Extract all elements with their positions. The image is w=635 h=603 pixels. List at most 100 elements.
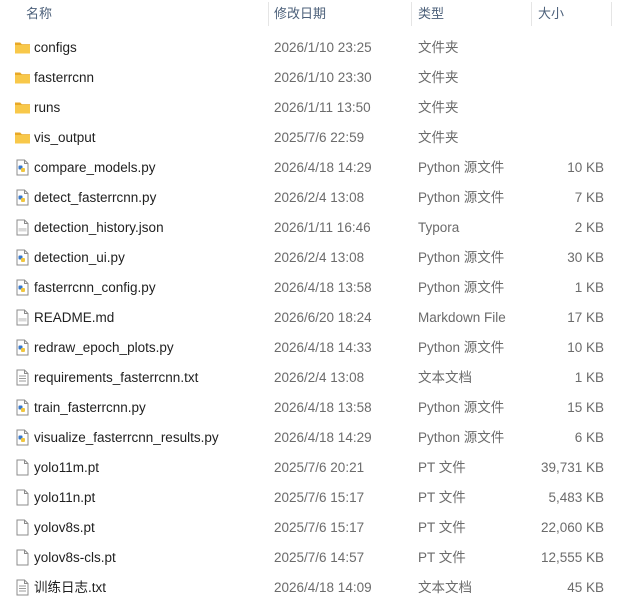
file-size: 2 KB	[574, 220, 604, 235]
file-name: detection_history.json	[34, 220, 164, 235]
file-modified-date: 2026/2/4 13:08	[274, 370, 365, 385]
column-header-bar: 名称 修改日期 类型 大小	[0, 0, 635, 30]
file-type: PT 文件	[418, 520, 466, 535]
python-file-icon	[14, 159, 31, 176]
file-name: yolo11n.pt	[34, 490, 96, 505]
column-divider[interactable]	[531, 2, 532, 26]
file-type: PT 文件	[418, 550, 466, 565]
file-type: Typora	[418, 220, 460, 235]
column-divider[interactable]	[268, 2, 269, 26]
file-modified-date: 2025/7/6 22:59	[274, 130, 365, 145]
file-size: 17 KB	[567, 310, 604, 325]
file-modified-date: 2026/4/18 14:29	[274, 160, 372, 175]
python-file-icon	[14, 189, 31, 206]
file-modified-date: 2026/4/18 14:33	[274, 340, 372, 355]
file-row[interactable]: train_fasterrcnn.py 2026/4/18 13:58 Python…	[0, 393, 635, 423]
file-name: redraw_epoch_plots.py	[34, 340, 174, 355]
file-size: 30 KB	[567, 250, 604, 265]
file-name: vis_output	[34, 130, 96, 145]
column-divider[interactable]	[411, 2, 412, 26]
file-size: 1 KB	[574, 370, 604, 385]
file-icon	[14, 549, 31, 566]
file-size: 5,483 KB	[548, 490, 604, 505]
file-row[interactable]: requirements_fasterrcnn.txt 2026/2/4 13:0…	[0, 363, 635, 393]
file-type: 文件夹	[418, 70, 459, 85]
file-row[interactable]: compare_models.py 2026/4/18 14:29 Python 源…	[0, 153, 635, 183]
file-row[interactable]: configs 2026/1/10 23:25 文件夹	[0, 33, 635, 63]
folder-icon	[14, 99, 31, 116]
python-file-icon	[14, 249, 31, 266]
file-size: 12,555 KB	[540, 550, 604, 565]
file-type: Python 源文件	[418, 190, 505, 205]
file-size: 10 KB	[567, 160, 604, 175]
file-row[interactable]: fasterrcnn_config.py 2026/4/18 13:58 Pytho…	[0, 273, 635, 303]
file-row[interactable]: yolo11m.pt 2025/7/6 20:21 PT 文件 39,731 KB	[0, 453, 635, 483]
text-file-icon	[14, 579, 31, 596]
file-row[interactable]: detection_history.json 2026/1/11 16:46 Typ…	[0, 213, 635, 243]
file-row[interactable]: README.md 2026/6/20 18:24 Markdown File 17 …	[0, 303, 635, 333]
file-type: Python 源文件	[418, 340, 505, 355]
column-header-name[interactable]: 名称	[26, 0, 266, 30]
file-row[interactable]: vis_output 2025/7/6 22:59 文件夹	[0, 123, 635, 153]
file-name: detect_fasterrcnn.py	[34, 190, 157, 205]
file-type: Python 源文件	[418, 400, 505, 415]
file-type: 文件夹	[418, 40, 459, 55]
file-name: detection_ui.py	[34, 250, 125, 265]
file-name: 训练日志.txt	[34, 580, 107, 595]
file-size: 6 KB	[574, 430, 604, 445]
text-file-icon	[14, 369, 31, 386]
file-type: 文本文档	[418, 370, 472, 385]
column-divider[interactable]	[611, 2, 612, 26]
file-row[interactable]: detection_ui.py 2026/2/4 13:08 Python 源文件 3…	[0, 243, 635, 273]
file-row[interactable]: 训练日志.txt 2026/4/18 14:09 文本文档 45 KB	[0, 573, 635, 603]
python-file-icon	[14, 429, 31, 446]
file-modified-date: 2026/1/10 23:25	[274, 40, 372, 55]
file-name: requirements_fasterrcnn.txt	[34, 370, 199, 385]
file-modified-date: 2025/7/6 14:57	[274, 550, 365, 565]
file-modified-date: 2025/7/6 15:17	[274, 490, 365, 505]
file-row[interactable]: yolov8s-cls.pt 2025/7/6 14:57 PT 文件 12,555 …	[0, 543, 635, 573]
file-type: Python 源文件	[418, 250, 505, 265]
file-icon	[14, 489, 31, 506]
file-name: README.md	[34, 310, 115, 325]
file-row[interactable]: fasterrcnn 2026/1/10 23:30 文件夹	[0, 63, 635, 93]
file-type: Markdown File	[418, 310, 506, 325]
column-header-type[interactable]: 类型	[418, 0, 528, 30]
file-name: yolo11m.pt	[34, 460, 100, 475]
file-modified-date: 2025/7/6 15:17	[274, 520, 365, 535]
file-type: 文本文档	[418, 580, 472, 595]
file-type: 文件夹	[418, 100, 459, 115]
file-type: PT 文件	[418, 490, 466, 505]
column-header-size[interactable]: 大小	[538, 0, 608, 30]
file-size: 39,731 KB	[540, 460, 604, 475]
file-row[interactable]: runs 2026/1/11 13:50 文件夹	[0, 93, 635, 123]
python-file-icon	[14, 399, 31, 416]
file-modified-date: 2026/1/11 13:50	[274, 100, 371, 115]
file-type: PT 文件	[418, 460, 466, 475]
python-file-icon	[14, 339, 31, 356]
file-rows: configs 2026/1/10 23:25 文件夹 fasterrcnn 2026/…	[0, 33, 635, 603]
file-modified-date: 2026/1/11 16:46	[274, 220, 371, 235]
file-type: Python 源文件	[418, 160, 505, 175]
file-row[interactable]: detect_fasterrcnn.py 2026/2/4 13:08 Python…	[0, 183, 635, 213]
markdown-file-icon	[14, 309, 31, 326]
file-name: fasterrcnn_config.py	[34, 280, 156, 295]
file-icon	[14, 519, 31, 536]
file-size: 15 KB	[567, 400, 604, 415]
file-type: Python 源文件	[418, 430, 505, 445]
file-name: yolov8s-cls.pt	[34, 550, 116, 565]
file-name: configs	[34, 40, 77, 55]
file-row[interactable]: redraw_epoch_plots.py 2026/4/18 14:33 Pyth…	[0, 333, 635, 363]
file-list: 名称 修改日期 类型 大小 configs 2026/1/10 23:25 文件夹 f…	[0, 0, 635, 602]
markdown-file-icon	[14, 219, 31, 236]
python-file-icon	[14, 279, 31, 296]
file-modified-date: 2026/4/18 14:29	[274, 430, 372, 445]
file-modified-date: 2026/6/20 18:24	[274, 310, 372, 325]
file-row[interactable]: yolo11n.pt 2025/7/6 15:17 PT 文件 5,483 KB	[0, 483, 635, 513]
folder-icon	[14, 129, 31, 146]
folder-icon	[14, 69, 31, 86]
column-header-date[interactable]: 修改日期	[274, 0, 404, 30]
file-row[interactable]: visualize_fasterrcnn_results.py 2026/4/18…	[0, 423, 635, 453]
file-size: 1 KB	[574, 280, 604, 295]
file-row[interactable]: yolov8s.pt 2025/7/6 15:17 PT 文件 22,060 KB	[0, 513, 635, 543]
